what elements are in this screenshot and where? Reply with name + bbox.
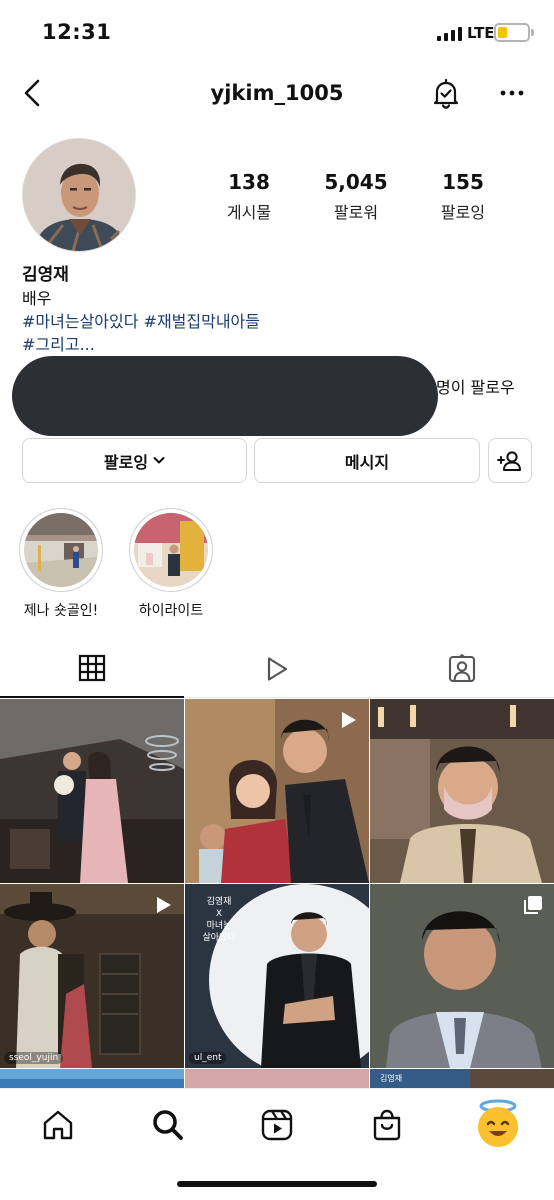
home-icon (41, 1108, 75, 1142)
stat-followers[interactable]: 5,045 팔로워 (301, 170, 411, 223)
nav-reels[interactable] (255, 1103, 299, 1147)
add-person-icon (497, 450, 523, 472)
highlight-cover-image (134, 513, 208, 587)
reel-badge-icon (337, 709, 359, 731)
post-credit-tag: ul_ent (189, 1052, 227, 1064)
status-time: 12:31 (42, 20, 112, 44)
post-caption: 김영재 (380, 1074, 403, 1083)
shop-bag-icon (370, 1108, 404, 1142)
bio-hashtags[interactable]: #마녀는살아있다 #재벌집막내아들 (22, 310, 260, 333)
highlight-label: 하이라이트 (138, 603, 204, 619)
post-thumbnail[interactable]: sseol_yujin (0, 884, 184, 1068)
nav-profile[interactable] (472, 1097, 524, 1149)
bell-check-icon[interactable] (428, 76, 464, 112)
followers-count: 5,045 (324, 170, 388, 194)
home-indicator (177, 1181, 377, 1187)
profile-category: 배우 (22, 289, 52, 308)
nav-search[interactable] (146, 1103, 190, 1147)
post-thumbnail[interactable] (185, 1069, 369, 1089)
following-label: 팔로잉 (440, 203, 486, 222)
tab-grid[interactable] (0, 640, 184, 698)
profile-tabs (0, 640, 554, 698)
reels-icon (260, 1108, 294, 1142)
highlight-label: 제나 숏골인! (23, 603, 99, 619)
play-icon (263, 655, 291, 683)
post-caption: 김영재 X 마녀는 살아있다 (197, 896, 241, 944)
chevron-down-icon (153, 456, 165, 465)
network-type: LTE (467, 24, 495, 42)
post-thumbnail[interactable] (0, 699, 184, 883)
post-thumbnail[interactable] (0, 1069, 184, 1089)
message-button[interactable]: 메시지 (254, 438, 480, 483)
followed-by-text: 명이 팔로우 (436, 378, 515, 397)
suggested-users-button[interactable] (488, 438, 532, 483)
followers-label: 팔로워 (333, 203, 379, 222)
redaction-overlay (12, 356, 438, 436)
highlight-cover-ring (19, 508, 103, 592)
nav-home[interactable] (36, 1103, 80, 1147)
signal-icon (437, 26, 462, 41)
message-button-label: 메시지 (344, 452, 390, 472)
highlight-item[interactable]: 제나 숏골인! (16, 508, 106, 620)
post-thumbnail[interactable] (370, 884, 554, 1068)
profile-name: 김영재 (22, 265, 69, 285)
highlight-item[interactable]: 하이라이트 (126, 508, 216, 620)
following-button[interactable]: 팔로잉 (22, 438, 247, 483)
followed-by[interactable]: 명이 팔로우 (12, 356, 532, 436)
following-count: 155 (442, 170, 484, 194)
post-caption-line: 김영재 (206, 897, 232, 907)
post-credit-tag: sseol_yujin (4, 1052, 64, 1064)
more-horizontal-icon[interactable] (496, 76, 528, 110)
post-thumbnail[interactable] (370, 699, 554, 883)
highlight-cover-ring (129, 508, 213, 592)
battery-icon (494, 23, 534, 42)
grid-icon (78, 654, 106, 682)
posts-count: 138 (228, 170, 270, 194)
post-grid: sseol_yujin 김영재 X 마녀는 살아있다 ul_ent 김영재 (0, 699, 554, 1089)
profile-avatar[interactable] (22, 138, 136, 252)
post-caption-line: 살아있다 (202, 933, 236, 943)
profile-header: yjkim_1005 (0, 62, 554, 124)
bio-hashtags-more[interactable]: #그리고... (22, 333, 260, 356)
profile-bio: 김영재 배우 #마녀는살아있다 #재벌집막내아들 #그리고... (22, 264, 260, 356)
post-caption-line: 마녀는 (206, 921, 232, 931)
stat-following[interactable]: 155 팔로잉 (408, 170, 518, 223)
tagged-person-icon (447, 654, 477, 684)
following-button-label: 팔로잉 (103, 452, 149, 472)
highlight-cover-image (24, 513, 98, 587)
posts-label: 게시물 (226, 203, 272, 222)
multi-post-icon (522, 894, 544, 916)
search-icon (151, 1108, 185, 1142)
tab-reels[interactable] (185, 640, 369, 698)
stat-posts[interactable]: 138 게시물 (194, 170, 304, 223)
profile-username: yjkim_1005 (210, 81, 344, 105)
reel-badge-icon (152, 894, 174, 916)
post-thumbnail[interactable]: 김영재 X 마녀는 살아있다 ul_ent (185, 884, 369, 1068)
post-caption-line: X (215, 909, 223, 919)
nav-shop[interactable] (365, 1103, 409, 1147)
post-thumbnail[interactable] (185, 699, 369, 883)
post-thumbnail[interactable]: 김영재 (370, 1069, 554, 1089)
angel-smile-avatar-icon (472, 1097, 524, 1149)
status-bar: 12:31 LTE (0, 0, 554, 62)
tab-tagged[interactable] (370, 640, 554, 698)
